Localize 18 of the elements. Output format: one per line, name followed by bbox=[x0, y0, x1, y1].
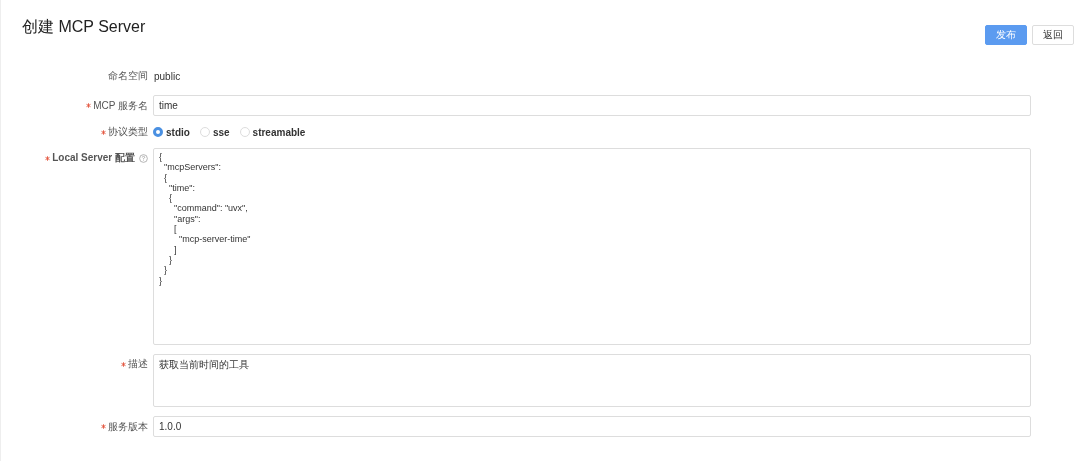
config-editor[interactable]: { "mcpServers": { "time": { "command": "uvx", "args": [ "mcp-server-time" ] } } } bbox=[153, 148, 1031, 345]
radio-icon[interactable] bbox=[153, 127, 163, 137]
help-icon[interactable] bbox=[139, 153, 148, 163]
page-title: 创建 MCP Server bbox=[22, 17, 146, 37]
input-field[interactable]: 1.0.0 bbox=[153, 416, 1031, 437]
radio-option[interactable]: sse bbox=[199, 126, 230, 138]
field-label: 协议类型 bbox=[108, 125, 148, 139]
radio-option[interactable]: stdio bbox=[153, 126, 190, 138]
field-label: 服务版本 bbox=[108, 419, 148, 434]
field-label: Local Server 配置 bbox=[52, 151, 135, 165]
input-field[interactable]: time bbox=[153, 95, 1031, 116]
radio-option[interactable]: streamable bbox=[239, 126, 306, 138]
action-button[interactable]: 返回 bbox=[1032, 25, 1074, 45]
field-label: MCP 服务名 bbox=[93, 98, 148, 113]
namespace-value: public bbox=[154, 70, 181, 82]
field-label: 命名空间 bbox=[108, 69, 148, 83]
description-field[interactable]: 获取当前时间的工具 bbox=[153, 354, 1031, 407]
field-label: 描述 bbox=[128, 357, 148, 371]
